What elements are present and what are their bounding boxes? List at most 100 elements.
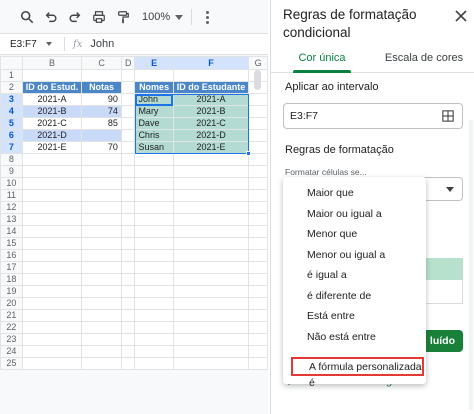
cell[interactable] [81, 237, 122, 250]
cell[interactable] [172, 285, 250, 298]
row-header[interactable]: 24 [0, 345, 23, 358]
row-header[interactable]: 10 [0, 177, 23, 190]
cell[interactable] [81, 333, 122, 346]
menu-item-less-than[interactable]: Menor que [283, 224, 426, 245]
cell[interactable] [81, 249, 122, 262]
cell[interactable] [172, 165, 250, 178]
col-header-f[interactable]: F [172, 56, 250, 70]
cell[interactable] [248, 321, 268, 334]
cell-grid[interactable]: B C D E F G 1 2 ID do Estud. Notas Nomes ID d… [0, 56, 268, 370]
cell[interactable] [81, 273, 122, 286]
cell[interactable] [81, 69, 122, 82]
cell[interactable] [81, 129, 122, 142]
cell[interactable] [120, 165, 136, 178]
cell[interactable] [120, 81, 136, 94]
cell[interactable] [172, 249, 250, 262]
cell[interactable]: 2021-D [172, 129, 250, 142]
cell[interactable] [172, 69, 250, 82]
cell[interactable] [81, 165, 122, 178]
cell[interactable] [134, 357, 174, 370]
row-header[interactable]: 23 [0, 333, 23, 346]
cell[interactable] [248, 177, 268, 190]
undo-button[interactable] [40, 6, 62, 28]
cell[interactable]: Dave [134, 117, 174, 130]
cell[interactable] [248, 165, 268, 178]
cell[interactable]: Susan [134, 141, 174, 154]
cell[interactable] [172, 261, 250, 274]
cell[interactable] [21, 261, 83, 274]
cell[interactable] [120, 273, 136, 286]
cell[interactable]: Chris [134, 129, 174, 142]
menu-item-not-between[interactable]: Não está entre [283, 327, 426, 348]
cell[interactable] [21, 297, 83, 310]
cell[interactable] [120, 129, 136, 142]
cell[interactable] [120, 237, 136, 250]
cell[interactable] [134, 177, 174, 190]
cell[interactable] [172, 177, 250, 190]
cell[interactable] [81, 177, 122, 190]
cell[interactable] [81, 297, 122, 310]
header-cell-student-id-2[interactable]: ID do Estudante [172, 81, 250, 94]
cell[interactable] [120, 117, 136, 130]
cell[interactable] [120, 177, 136, 190]
cell[interactable] [21, 201, 83, 214]
name-box[interactable]: E3:F7 [0, 39, 56, 50]
cell[interactable] [134, 297, 174, 310]
cell[interactable]: 2021-C [172, 117, 250, 130]
col-header-e[interactable]: E [134, 56, 174, 70]
range-input[interactable]: E3:F7 [283, 103, 463, 129]
cell[interactable] [120, 345, 136, 358]
cell[interactable] [81, 321, 122, 334]
row-header[interactable]: 21 [0, 309, 23, 322]
cell[interactable] [21, 237, 83, 250]
row-header[interactable]: 22 [0, 321, 23, 334]
cell[interactable] [134, 165, 174, 178]
menu-item-equal-to[interactable]: é igual a [283, 265, 426, 286]
cell[interactable] [120, 105, 136, 118]
cell[interactable] [248, 273, 268, 286]
fill-handle[interactable] [245, 150, 251, 156]
cell[interactable] [134, 237, 174, 250]
cell[interactable] [120, 141, 136, 154]
cell[interactable] [172, 345, 250, 358]
cell[interactable] [134, 153, 174, 166]
cell[interactable] [120, 333, 136, 346]
cell[interactable] [248, 333, 268, 346]
row-header[interactable]: 11 [0, 189, 23, 202]
cell[interactable] [120, 357, 136, 370]
cell[interactable] [248, 345, 268, 358]
cell[interactable] [21, 357, 83, 370]
cell[interactable] [134, 189, 174, 202]
menu-item-not-equal-to[interactable]: é diferente de [283, 286, 426, 307]
cell[interactable] [172, 201, 250, 214]
cell[interactable] [81, 225, 122, 238]
cell[interactable] [134, 225, 174, 238]
cell[interactable] [134, 309, 174, 322]
menu-item-custom-formula[interactable]: A fórmula personalizada é [291, 357, 424, 389]
tab-color-scale[interactable]: Escala de cores [373, 47, 474, 72]
cell[interactable]: 2021-E [21, 141, 83, 154]
cell[interactable] [134, 261, 174, 274]
cell[interactable] [248, 213, 268, 226]
cell[interactable] [21, 273, 83, 286]
formula-input[interactable]: John [90, 38, 114, 50]
cell[interactable] [134, 273, 174, 286]
row-header[interactable]: 2 [0, 81, 23, 94]
row-header[interactable]: 1 [0, 69, 23, 82]
cell[interactable] [248, 261, 268, 274]
cell[interactable] [120, 69, 136, 82]
cell[interactable] [248, 141, 268, 154]
cell[interactable] [248, 153, 268, 166]
cell[interactable]: John [134, 93, 174, 106]
cell[interactable] [21, 213, 83, 226]
col-header-b[interactable]: B [21, 56, 83, 70]
cell[interactable] [81, 189, 122, 202]
cell[interactable] [21, 321, 83, 334]
row-header[interactable]: 15 [0, 237, 23, 250]
cell[interactable] [21, 345, 83, 358]
cell[interactable]: 85 [81, 117, 122, 130]
header-cell-names[interactable]: Nomes [134, 81, 174, 94]
cell[interactable] [172, 333, 250, 346]
cell[interactable] [21, 285, 83, 298]
cell[interactable] [248, 285, 268, 298]
